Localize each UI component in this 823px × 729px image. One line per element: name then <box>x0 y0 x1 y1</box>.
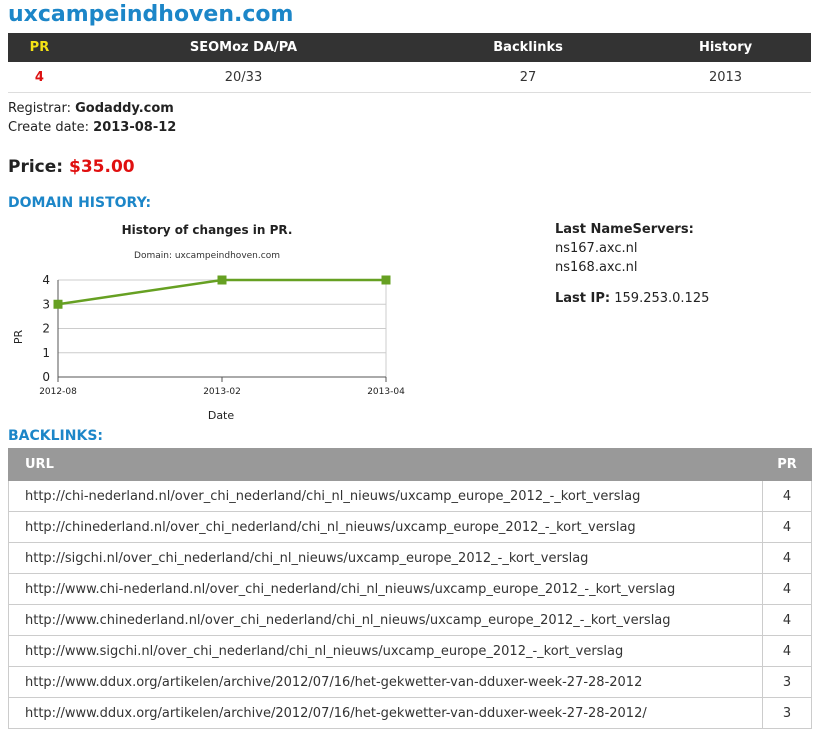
chart-y-tick-label: 3 <box>42 297 50 311</box>
table-row: http://sigchi.nl/over_chi_nederland/chi_… <box>8 542 812 574</box>
table-row: http://www.chinederland.nl/over_chi_nede… <box>8 604 812 636</box>
backlink-url[interactable]: http://www.ddux.org/artikelen/archive/20… <box>8 697 763 729</box>
chart-x-tick-label: 2012-08 <box>39 387 77 397</box>
stats-value-pr: 4 <box>8 62 71 93</box>
stats-value-history: 2013 <box>640 62 811 93</box>
backlink-url[interactable]: http://www.sigchi.nl/over_chi_nederland/… <box>8 635 763 667</box>
backlink-url[interactable]: http://www.chi-nederland.nl/over_chi_ned… <box>8 573 763 605</box>
last-ip-value: 159.253.0.125 <box>614 291 710 306</box>
backlink-url[interactable]: http://www.ddux.org/artikelen/archive/20… <box>8 666 763 698</box>
registrar-label: Registrar: <box>8 101 71 116</box>
stats-value-backlinks: 27 <box>416 62 641 93</box>
nameserver-item: ns168.axc.nl <box>555 260 638 275</box>
stats-header-row: PR SEOMoz DA/PA Backlinks History <box>8 33 811 62</box>
table-row: http://chi-nederland.nl/over_chi_nederla… <box>8 480 812 512</box>
chart-subtitle: Domain: uxcampeindhoven.com <box>134 251 280 261</box>
backlink-pr: 3 <box>762 697 812 729</box>
stats-value-row: 4 20/33 27 2013 <box>8 62 811 93</box>
chart-y-tick-label: 0 <box>42 370 50 384</box>
price-value: $35.00 <box>69 157 135 177</box>
stats-header-pr: PR <box>8 33 71 62</box>
domain-stats-table: PR SEOMoz DA/PA Backlinks History 4 20/3… <box>8 33 811 93</box>
backlink-url[interactable]: http://www.chinederland.nl/over_chi_nede… <box>8 604 763 636</box>
stats-header-seomoz: SEOMoz DA/PA <box>70 33 417 62</box>
create-date-value: 2013-08-12 <box>93 120 177 135</box>
create-date-label: Create date: <box>8 120 90 135</box>
stats-header-history: History <box>640 33 811 62</box>
backlink-url[interactable]: http://chi-nederland.nl/over_chi_nederla… <box>8 480 763 512</box>
domain-history-heading: DOMAIN HISTORY: <box>8 195 152 211</box>
chart-y-tick-label: 4 <box>42 273 50 287</box>
table-row: http://www.ddux.org/artikelen/archive/20… <box>8 666 812 698</box>
backlink-pr: 4 <box>762 511 812 543</box>
pr-history-chart-svg: History of changes in PR. Domain: uxcamp… <box>12 223 405 422</box>
chart-y-tick-label: 2 <box>42 322 50 336</box>
price-line: Price: $35.00 <box>8 157 135 177</box>
backlinks-header-pr: PR <box>762 448 812 481</box>
backlinks-header-url: URL <box>8 448 763 481</box>
chart-data-point <box>381 275 391 285</box>
chart-y-tick-label: 1 <box>42 346 50 360</box>
chart-x-tick-label: 2013-02 <box>203 387 241 397</box>
stats-value-seomoz: 20/33 <box>70 62 417 93</box>
last-ip-line: Last IP: 159.253.0.125 <box>555 291 709 306</box>
chart-data-point <box>217 275 227 285</box>
backlink-pr: 4 <box>762 604 812 636</box>
nameserver-item: ns167.axc.nl <box>555 241 638 256</box>
price-label: Price: <box>8 157 64 177</box>
backlink-pr: 4 <box>762 635 812 667</box>
table-row: http://www.chi-nederland.nl/over_chi_ned… <box>8 573 812 605</box>
backlinks-header-row: URL PR <box>8 448 812 481</box>
backlink-pr: 3 <box>762 666 812 698</box>
registrar-line: Registrar: Godaddy.com <box>8 101 174 116</box>
registrar-value: Godaddy.com <box>75 101 174 116</box>
last-ip-label: Last IP: <box>555 291 611 306</box>
backlink-url[interactable]: http://sigchi.nl/over_chi_nederland/chi_… <box>8 542 763 574</box>
chart-y-axis-label: PR <box>12 330 25 345</box>
create-date-line: Create date: 2013-08-12 <box>8 120 176 135</box>
pr-history-chart: History of changes in PR. Domain: uxcamp… <box>8 216 428 426</box>
backlinks-heading: BACKLINKS: <box>8 428 104 444</box>
chart-x-axis-label: Date <box>208 409 235 422</box>
stats-header-backlinks: Backlinks <box>416 33 641 62</box>
chart-title: History of changes in PR. <box>122 223 293 237</box>
chart-x-tick-label: 2013-04 <box>367 387 405 397</box>
backlink-url[interactable]: http://chinederland.nl/over_chi_nederlan… <box>8 511 763 543</box>
backlink-pr: 4 <box>762 480 812 512</box>
site-title: uxcampeindhoven.com <box>8 2 294 27</box>
backlink-pr: 4 <box>762 573 812 605</box>
backlink-pr: 4 <box>762 542 812 574</box>
table-row: http://www.ddux.org/artikelen/archive/20… <box>8 697 812 729</box>
table-row: http://chinederland.nl/over_chi_nederlan… <box>8 511 812 543</box>
table-row: http://www.sigchi.nl/over_chi_nederland/… <box>8 635 812 667</box>
chart-data-point <box>53 299 63 309</box>
nameservers-block: Last NameServers: ns167.axc.nl ns168.axc… <box>555 220 694 277</box>
backlinks-table: URL PR http://chi-nederland.nl/over_chi_… <box>8 448 812 729</box>
nameservers-label: Last NameServers: <box>555 222 694 237</box>
